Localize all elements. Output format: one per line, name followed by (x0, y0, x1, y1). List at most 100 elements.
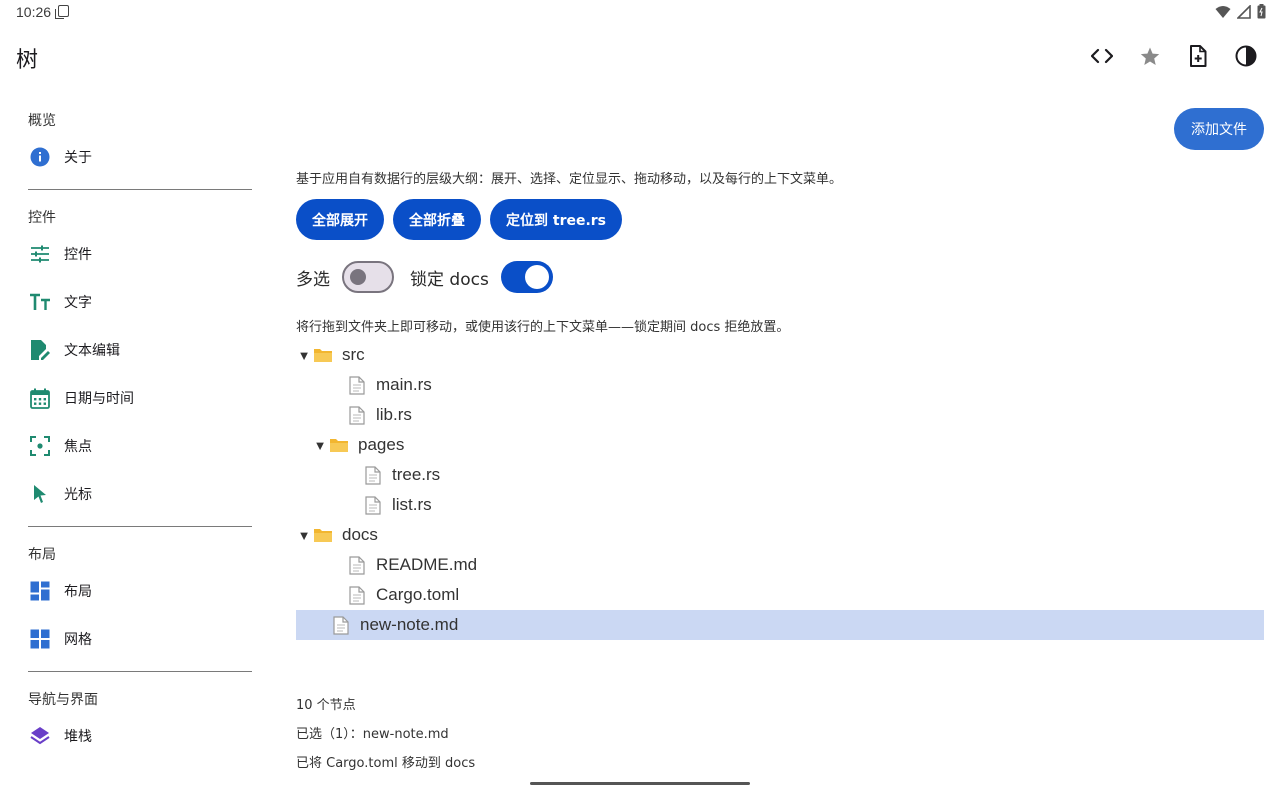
file-icon (346, 555, 368, 575)
home-indicator[interactable] (530, 782, 750, 785)
focus-icon (28, 434, 52, 458)
nav-section-navigation: 导航与界面 (28, 692, 98, 708)
sidebar-item-date-time[interactable]: 日期与时间 (0, 374, 276, 422)
sidebar-item-text[interactable]: 文字 (0, 278, 276, 326)
expand-caret-icon[interactable]: ▼ (296, 348, 312, 363)
status-time: 10:26 (16, 4, 52, 20)
tree-row[interactable]: README.md (296, 550, 1264, 580)
tree-node-label: list.rs (392, 495, 432, 514)
tree-row[interactable]: tree.rs (296, 460, 1264, 490)
sidebar-item-focus[interactable]: 焦点 (0, 422, 276, 470)
calendar-icon (28, 386, 52, 410)
text-icon (28, 290, 52, 314)
status-bar: 10:26 (0, 0, 1280, 24)
status-icons (1215, 4, 1266, 19)
info-icon (28, 145, 52, 169)
notification-icon (55, 5, 69, 19)
tree-row[interactable]: new-note.md (296, 610, 1264, 640)
grid-icon (28, 627, 52, 651)
sidebar-item-label: 文字 (64, 295, 92, 311)
sidebar-divider (28, 671, 252, 672)
sidebar-item-label: 布局 (64, 584, 92, 600)
sidebar-item-label: 控件 (64, 247, 92, 263)
sidebar-divider (28, 189, 252, 190)
app-title: 树 (16, 48, 39, 73)
page-description: 基于应用自有数据行的层级大纲：展开、选择、定位显示、拖动移动，以及每行的上下文菜… (296, 172, 843, 187)
folder-icon (312, 345, 334, 365)
tree-node-label: README.md (376, 555, 478, 574)
toggle-row: 多选 锁定 docs (296, 261, 569, 293)
add-file-button[interactable]: 添加文件 (1174, 108, 1264, 150)
tree-row[interactable]: ▼ docs (296, 520, 1264, 550)
sidebar-item-label: 网格 (64, 632, 92, 648)
file-icon (346, 585, 368, 605)
tree-row[interactable]: lib.rs (296, 400, 1264, 430)
tree-row[interactable]: list.rs (296, 490, 1264, 520)
folder-icon (312, 525, 334, 545)
appbar-actions (1088, 40, 1260, 72)
reveal-tree-rs-button[interactable]: 定位到 tree.rs (490, 199, 623, 240)
lock-docs-switch[interactable] (500, 261, 553, 293)
tree-actions: 全部展开 全部折叠 定位到 tree.rs (296, 199, 623, 240)
tree-node-label: src (342, 345, 365, 364)
switch-knob (350, 269, 366, 285)
sidebar-item-controls[interactable]: 控件 (0, 230, 276, 278)
tree-row[interactable]: ▼ src (296, 340, 1264, 370)
tree-node-label: docs (342, 525, 378, 544)
wifi-icon (1215, 5, 1231, 18)
switch-knob (524, 265, 549, 289)
tree-node-label: pages (358, 435, 405, 454)
cursor-icon (28, 482, 52, 506)
dashboard-icon (28, 579, 52, 603)
last-action-status: 已将 Cargo.toml 移动到 docs (296, 756, 476, 771)
expand-caret-icon[interactable]: ▼ (312, 438, 328, 453)
sidebar-item-label: 焦点 (64, 439, 92, 455)
sidebar-item-stack[interactable]: 堆栈 (0, 712, 276, 760)
file-tree: ▼ src main.rs lib.rs ▼ pages tree.rs list.rs ▼ do… (296, 340, 1264, 640)
multi-select-switch[interactable] (342, 261, 394, 293)
file-icon (330, 615, 352, 635)
nav-section-layout: 布局 (28, 547, 56, 563)
expand-caret-icon[interactable]: ▼ (296, 528, 312, 543)
sidebar-item-layout[interactable]: 布局 (0, 567, 276, 615)
sidebar: 概览 关于 控件 控件 文字 文本编辑 日期与时间 焦点 光标 布局 布局 网格… (0, 96, 276, 776)
sidebar-divider (28, 526, 252, 527)
stack-icon (28, 724, 52, 748)
tree-node-label: Cargo.toml (376, 585, 460, 604)
drag-hint: 将行拖到文件夹上即可移动，或使用该行的上下文菜单——锁定期间 docs 拒绝放置… (296, 320, 790, 335)
new-file-icon[interactable] (1184, 40, 1212, 72)
tree-node-label: main.rs (376, 375, 432, 394)
sidebar-item-grid[interactable]: 网格 (0, 615, 276, 663)
code-icon[interactable] (1088, 40, 1116, 72)
file-icon (362, 465, 384, 485)
star-icon[interactable] (1136, 40, 1164, 72)
edit-document-icon (28, 338, 52, 362)
file-icon (362, 495, 384, 515)
contrast-icon[interactable] (1232, 40, 1260, 72)
sidebar-item-label: 日期与时间 (64, 391, 134, 407)
file-icon (346, 405, 368, 425)
sidebar-item-label: 光标 (64, 487, 92, 503)
tree-node-label: new-note.md (360, 615, 459, 634)
sidebar-item-label: 堆栈 (64, 729, 92, 745)
multi-select-label: 多选 (296, 269, 330, 290)
tree-row[interactable]: ▼ pages (296, 430, 1264, 460)
sidebar-item-label: 关于 (64, 150, 92, 166)
selection-status: 已选（1）：new-note.md (296, 727, 449, 742)
battery-icon (1257, 4, 1266, 19)
folder-icon (328, 435, 350, 455)
expand-all-button[interactable]: 全部展开 (296, 199, 384, 240)
sidebar-item-label: 文本编辑 (64, 343, 120, 359)
sidebar-item-text-editing[interactable]: 文本编辑 (0, 326, 276, 374)
tree-node-label: tree.rs (392, 465, 441, 484)
collapse-all-button[interactable]: 全部折叠 (393, 199, 481, 240)
tree-row[interactable]: main.rs (296, 370, 1264, 400)
tune-icon (28, 242, 52, 266)
file-icon (346, 375, 368, 395)
sidebar-item-cursor[interactable]: 光标 (0, 470, 276, 518)
nav-section-controls: 控件 (28, 210, 56, 226)
tree-row[interactable]: Cargo.toml (296, 580, 1264, 610)
sidebar-item-about[interactable]: 关于 (0, 133, 276, 181)
node-count: 10 个节点 (296, 698, 356, 713)
nav-section-overview: 概览 (28, 113, 56, 129)
